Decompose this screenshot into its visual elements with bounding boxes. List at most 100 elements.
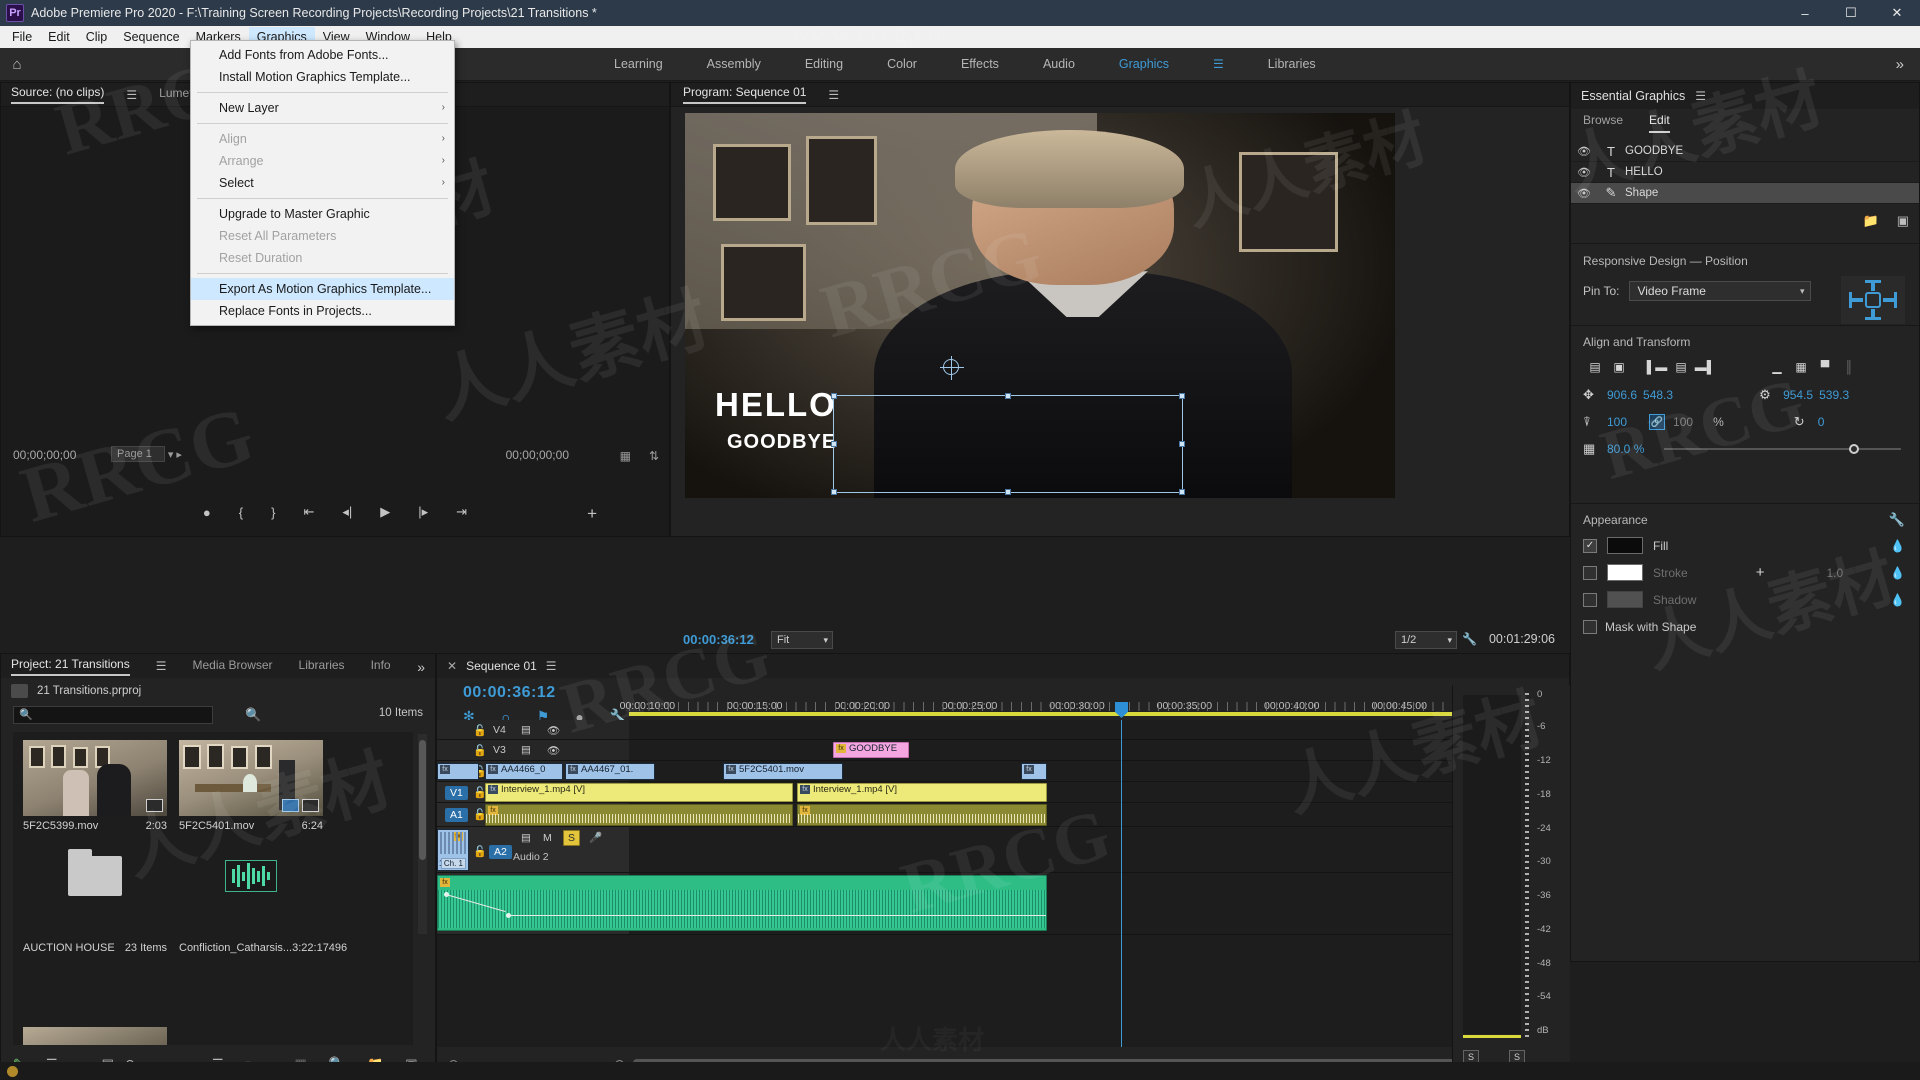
track-row-v1[interactable]: fx Interview_1.mp4 [V] fx Interview_1.mp4 … xyxy=(437,782,1569,803)
align-top-icon[interactable]: ▁ xyxy=(1765,358,1789,376)
align-right-icon[interactable]: ▬▌ xyxy=(1693,358,1717,376)
track-row-v2[interactable]: fx fx AA4466_0 fx AA4467_01. fx 5F2C5401.mo… xyxy=(437,761,1569,782)
hamburger-icon[interactable]: ☰ xyxy=(1695,89,1706,103)
minimize-icon[interactable]: – xyxy=(1782,0,1828,26)
anchor-x-value[interactable]: 954.5 xyxy=(1783,388,1813,402)
source-page-selector[interactable]: Page 1 ▾ ▸ xyxy=(111,446,182,462)
clip-goodbye[interactable]: fx GOODBYE xyxy=(833,742,909,758)
mark-out-icon[interactable]: } xyxy=(271,505,275,520)
tab-source[interactable]: Source: (no clips) xyxy=(11,85,105,104)
menu-edit[interactable]: Edit xyxy=(40,27,78,47)
clip-audio-interview-1[interactable]: fx xyxy=(485,804,793,826)
clip-aa4466[interactable]: fx AA4466_0 xyxy=(485,763,563,780)
align-vertical-center-icon[interactable]: ▦ xyxy=(1789,358,1813,376)
menu-item-install-mogrt[interactable]: Install Motion Graphics Template... xyxy=(191,66,454,88)
menu-item-add-fonts[interactable]: Add Fonts from Adobe Fonts... xyxy=(191,44,454,66)
link-scale-icon[interactable]: 🔗 xyxy=(1649,414,1666,430)
list-item[interactable]: 5F2C5401.mov 6:24 xyxy=(179,740,323,832)
opacity-value[interactable]: 80.0 % xyxy=(1607,442,1644,456)
export-frame-icon[interactable]: ⇅ xyxy=(649,449,659,463)
tab-program-sequence[interactable]: Program: Sequence 01 xyxy=(683,85,807,104)
chevron-double-right-icon[interactable]: » xyxy=(1896,56,1904,73)
stroke-checkbox[interactable] xyxy=(1583,565,1597,580)
anchor-point-icon[interactable] xyxy=(940,356,964,380)
work-area-render-bar[interactable] xyxy=(629,712,1547,716)
clip-music[interactable]: fx xyxy=(437,875,1047,931)
fill-eyedropper-icon[interactable]: 💧 xyxy=(1890,539,1905,553)
fill-color-swatch[interactable] xyxy=(1607,537,1643,554)
tab-media-browser[interactable]: Media Browser xyxy=(193,658,273,675)
close-icon[interactable]: ✕ xyxy=(1874,0,1920,26)
menu-item-upgrade-to-master-graphic[interactable]: Upgrade to Master Graphic xyxy=(191,203,454,225)
eye-icon[interactable]: 👁 xyxy=(1571,166,1597,179)
tab-edit[interactable]: Edit xyxy=(1649,113,1670,133)
clip-segment[interactable]: fx xyxy=(437,763,479,780)
clip-segment[interactable]: fx xyxy=(1021,763,1047,780)
add-marker-icon[interactable]: ● xyxy=(203,505,211,520)
tab-info[interactable]: Info xyxy=(371,658,391,675)
track-row-v4[interactable] xyxy=(437,720,1569,740)
timeline-sequence-name[interactable]: Sequence 01 xyxy=(466,659,537,673)
chevron-down-icon[interactable]: ▾ xyxy=(168,448,174,461)
tab-project[interactable]: Project: 21 Transitions xyxy=(11,657,130,676)
pin-bottom-cap[interactable] xyxy=(1865,317,1881,320)
shadow-color-swatch[interactable] xyxy=(1607,591,1643,608)
clip-audio-ch1[interactable]: fx 1 Ch. 1 xyxy=(437,829,469,871)
list-item[interactable]: 5F2C5399.mov 2:03 xyxy=(23,740,167,832)
workspace-menu-icon[interactable]: ☰ xyxy=(1213,57,1224,71)
track-row-v3[interactable]: fx GOODBYE xyxy=(437,740,1569,761)
appearance-wrench-icon[interactable]: 🔧 xyxy=(1889,512,1905,528)
eye-icon[interactable]: 👁 xyxy=(1571,187,1597,200)
workspace-tab-libraries[interactable]: Libraries xyxy=(1268,57,1316,71)
timeline-playhead[interactable] xyxy=(1115,702,1128,1047)
menu-item-select[interactable]: Select › xyxy=(191,172,454,194)
align-vertical-center-video-icon[interactable]: ▣ xyxy=(1607,358,1631,376)
align-left-icon[interactable]: ▌▬ xyxy=(1645,358,1669,376)
step-forward-icon[interactable]: |▸ xyxy=(418,504,428,520)
timeline-playhead-timecode[interactable]: 00:00:36:12 xyxy=(463,684,556,702)
home-icon[interactable]: ⌂ xyxy=(0,56,34,73)
workspace-tab-effects[interactable]: Effects xyxy=(961,57,999,71)
clip-interview-2[interactable]: fx Interview_1.mp4 [V] xyxy=(797,783,1047,802)
workspace-tab-assembly[interactable]: Assembly xyxy=(707,57,761,71)
project-menu-icon[interactable]: ☰ xyxy=(156,659,167,673)
go-to-out-icon[interactable]: ⇥ xyxy=(456,504,467,520)
menu-sequence[interactable]: Sequence xyxy=(115,27,187,47)
scale-y-value[interactable]: 100 xyxy=(1673,415,1693,429)
search-input[interactable]: 🔍 xyxy=(13,706,213,724)
chevron-double-right-icon[interactable]: » xyxy=(417,659,425,675)
stroke-eyedropper-icon[interactable]: 💧 xyxy=(1890,566,1905,580)
close-icon[interactable]: ✕ xyxy=(447,659,457,673)
menu-item-replace-fonts-in-projects[interactable]: Replace Fonts in Projects... xyxy=(191,300,454,322)
clip-interview-1[interactable]: fx Interview_1.mp4 [V] xyxy=(485,783,793,802)
list-item[interactable]: 👁 T GOODBYE xyxy=(1571,141,1919,162)
opacity-slider-knob[interactable] xyxy=(1848,444,1859,454)
pin-direction-widget[interactable] xyxy=(1841,276,1905,324)
settings-icon[interactable]: ▦ xyxy=(620,449,631,463)
play-icon[interactable]: ▶ xyxy=(380,504,390,520)
hamburger-icon[interactable]: ☰ xyxy=(546,659,557,673)
program-menu-icon[interactable]: ☰ xyxy=(828,88,839,102)
page-select-value[interactable]: Page 1 xyxy=(111,446,165,462)
source-add-button-icon[interactable]: + xyxy=(587,504,597,524)
go-to-in-icon[interactable]: ⇤ xyxy=(303,504,314,520)
program-zoom-level-select[interactable]: Fit ▾ xyxy=(771,631,833,649)
position-x-value[interactable]: 906.6 xyxy=(1607,388,1637,402)
mask-with-shape-checkbox[interactable] xyxy=(1583,620,1597,634)
graphic-selection-box[interactable] xyxy=(831,393,1185,495)
track-row-a1[interactable]: fx fx xyxy=(437,803,1569,827)
clip-aa4467[interactable]: fx AA4467_01. xyxy=(565,763,655,780)
stroke-color-swatch[interactable] xyxy=(1607,564,1643,581)
menu-item-new-layer[interactable]: New Layer › xyxy=(191,97,454,119)
list-item[interactable]: 👁 T HELLO xyxy=(1571,162,1919,183)
track-row-a2[interactable]: fx 1 Ch. 1 xyxy=(437,827,1569,873)
pin-left-cap[interactable] xyxy=(1849,292,1852,308)
maximize-icon[interactable]: ☐ xyxy=(1828,0,1874,26)
workspace-tab-graphics[interactable]: Graphics xyxy=(1119,57,1169,71)
source-menu-icon[interactable]: ☰ xyxy=(126,88,137,102)
project-scrollbar[interactable] xyxy=(418,734,427,934)
program-settings-wrench-icon[interactable]: 🔧 xyxy=(1462,632,1477,646)
add-stroke-icon[interactable]: + xyxy=(1756,564,1765,581)
workspace-tab-audio[interactable]: Audio xyxy=(1043,57,1075,71)
pin-to-select[interactable]: Video Frame ▾ xyxy=(1629,281,1812,301)
